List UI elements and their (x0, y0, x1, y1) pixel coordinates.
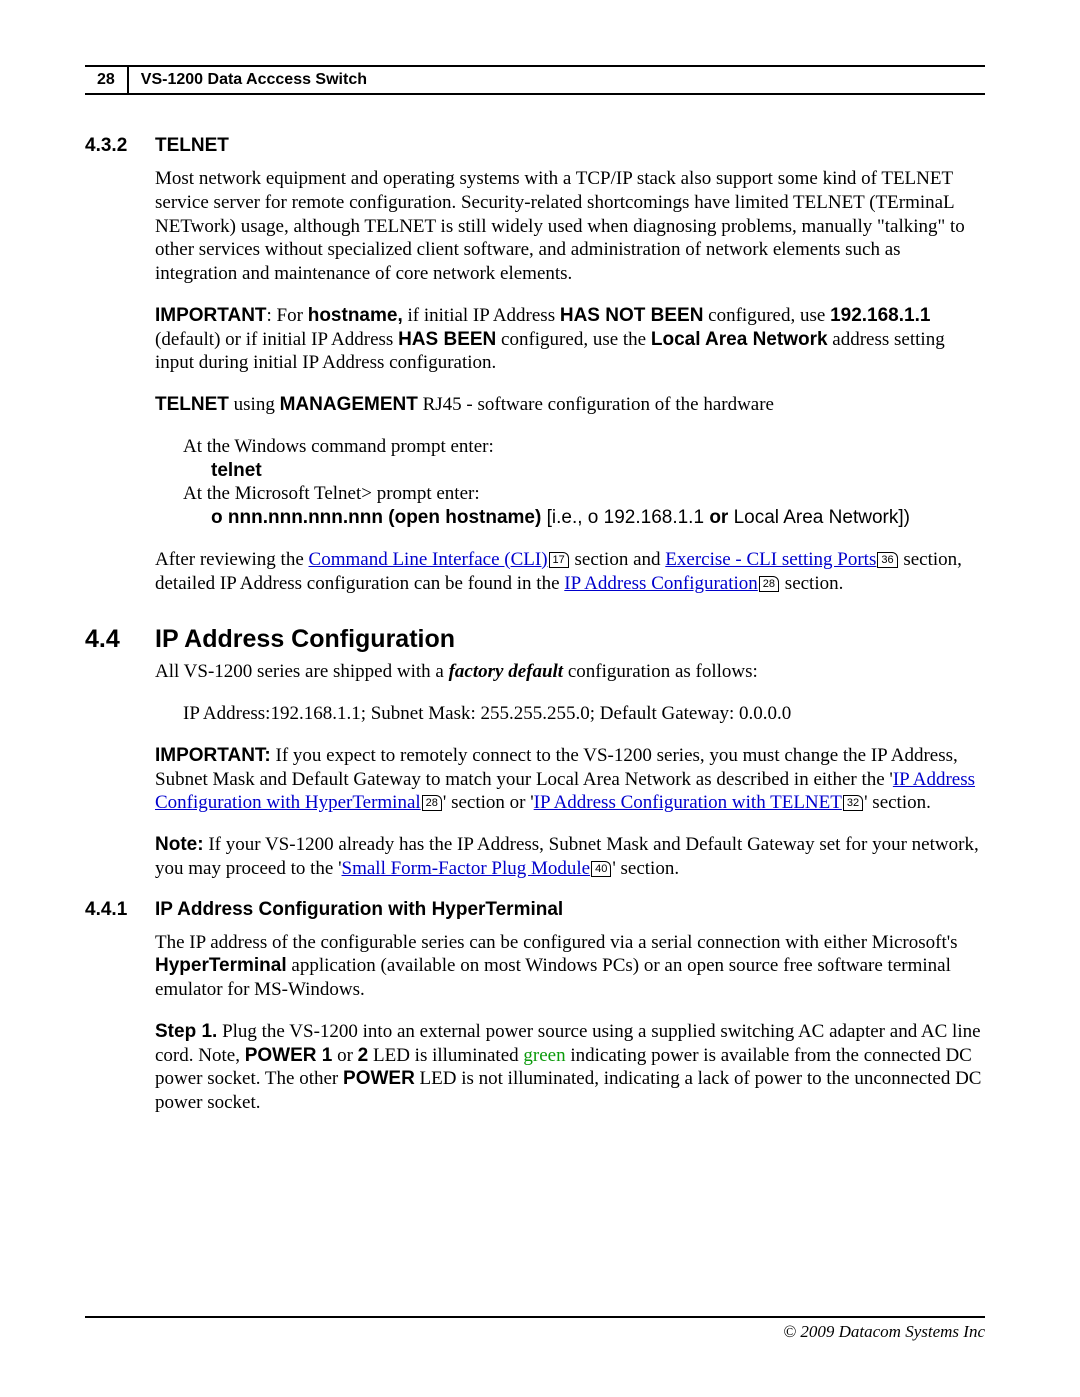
paragraph: The IP address of the configurable serie… (155, 931, 985, 1002)
link-ip-config[interactable]: IP Address Configuration (564, 573, 758, 594)
paragraph: All VS-1200 series are shipped with a fa… (155, 660, 985, 684)
section-4-4-heading: 4.4 IP Address Configuration (85, 625, 985, 654)
section-4-3-2-body: Most network equipment and operating sys… (155, 167, 985, 595)
link-exercise-cli[interactable]: Exercise - CLI setting Ports (665, 549, 876, 570)
text: section. (780, 573, 843, 594)
text: The IP address of the configurable serie… (155, 932, 958, 953)
section-number: 4.4 (85, 625, 155, 654)
term-factory-default: factory default (449, 661, 564, 682)
text: using (229, 394, 280, 415)
paragraph-note: Note: If your VS-1200 already has the IP… (155, 833, 985, 881)
section-number: 4.4.1 (85, 899, 155, 921)
header-title: VS-1200 Data Acccess Switch (129, 67, 379, 93)
text: (default) or if initial IP Address (155, 329, 398, 350)
text: ' section or ' (443, 792, 534, 813)
paragraph-telnet-mgmt: TELNET using MANAGEMENT RJ45 - software … (155, 393, 985, 417)
text: configured, use (703, 305, 830, 326)
content: 4.3.2 TELNET Most network equipment and … (85, 95, 985, 1115)
label-important: IMPORTANT (155, 305, 267, 326)
section-title: TELNET (155, 135, 229, 157)
page-footer: © 2009 Datacom Systems Inc (85, 1316, 985, 1342)
text: [i.e., o 192.168.1.1 (541, 507, 709, 528)
page-ref-icon[interactable]: 28 (759, 576, 779, 592)
section-4-4-1-heading: 4.4.1 IP Address Configuration with Hype… (85, 899, 985, 921)
default-settings: IP Address:192.168.1.1; Subnet Mask: 255… (183, 702, 985, 726)
paragraph-important: IMPORTANT: If you expect to remotely con… (155, 744, 985, 815)
link-ip-config-telnet[interactable]: IP Address Configuration with TELNET (534, 792, 842, 813)
page-number: 28 (85, 67, 129, 93)
page-ref-icon[interactable]: 17 (549, 552, 569, 568)
text: RJ45 - software configuration of the har… (418, 394, 774, 415)
term-has-been: HAS BEEN (398, 329, 496, 350)
page-ref-icon[interactable]: 32 (843, 795, 863, 811)
paragraph: Most network equipment and operating sys… (155, 167, 985, 286)
paragraph-links: After reviewing the Command Line Interfa… (155, 548, 985, 596)
page: 28 VS-1200 Data Acccess Switch 4.3.2 TEL… (0, 0, 1080, 1397)
text: section and (570, 549, 666, 570)
section-4-3-2-heading: 4.3.2 TELNET (85, 135, 985, 157)
section-title: IP Address Configuration (155, 625, 455, 654)
term-power: POWER (343, 1068, 415, 1089)
text: LED is illuminated (368, 1045, 523, 1066)
text: All VS-1200 series are shipped with a (155, 661, 449, 682)
text: Local Area Network]) (728, 507, 910, 528)
page-ref-icon[interactable]: 28 (422, 795, 442, 811)
page-ref-icon[interactable]: 36 (877, 552, 897, 568)
page-header: 28 VS-1200 Data Acccess Switch (85, 65, 985, 95)
paragraph-step1: Step 1. Plug the VS-1200 into an externa… (155, 1020, 985, 1115)
cmd-telnet: telnet (211, 459, 985, 483)
text: configured, use the (496, 329, 651, 350)
term-power1: POWER 1 (245, 1045, 333, 1066)
text: or (332, 1045, 357, 1066)
section-number: 4.3.2 (85, 135, 155, 157)
link-cli[interactable]: Command Line Interface (CLI) (309, 549, 548, 570)
text: configuration as follows: (563, 661, 758, 682)
term-management: MANAGEMENT (280, 394, 418, 415)
cmd-line: At the Windows command prompt enter: (183, 435, 985, 459)
text: After reviewing the (155, 549, 309, 570)
label-note: Note: (155, 834, 204, 855)
text: ' section. (864, 792, 931, 813)
term-or: or (709, 507, 728, 528)
cmd-open: o nnn.nnn.nnn.nnn (open hostname) [i.e.,… (211, 506, 985, 530)
ip-default: 192.168.1.1 (830, 305, 930, 326)
term-hyperterminal: HyperTerminal (155, 955, 287, 976)
paragraph-important: IMPORTANT: For hostname, if initial IP A… (155, 304, 985, 375)
cmd-line: At the Microsoft Telnet> prompt enter: (183, 482, 985, 506)
section-4-4-body: All VS-1200 series are shipped with a fa… (155, 660, 985, 880)
term-hostname: hostname, (308, 305, 403, 326)
cmd-open-bold: o nnn.nnn.nnn.nnn (open hostname) (211, 507, 541, 528)
label-step1: Step 1. (155, 1021, 217, 1042)
label-important: IMPORTANT: (155, 745, 271, 766)
text: If you expect to remotely connect to the… (155, 745, 958, 790)
section-4-4-1-body: The IP address of the configurable serie… (155, 931, 985, 1115)
term-has-not-been: HAS NOT BEEN (560, 305, 704, 326)
term-2: 2 (358, 1045, 369, 1066)
text: : For (267, 305, 308, 326)
page-ref-icon[interactable]: 40 (591, 861, 611, 877)
link-sfp-module[interactable]: Small Form-Factor Plug Module (342, 858, 591, 879)
text: ' section. (612, 858, 679, 879)
command-block: At the Windows command prompt enter: tel… (155, 435, 985, 530)
section-title: IP Address Configuration with HyperTermi… (155, 899, 563, 921)
term-lan: Local Area Network (651, 329, 828, 350)
term-telnet: TELNET (155, 394, 229, 415)
text: if initial IP Address (403, 305, 560, 326)
term-green: green (523, 1045, 565, 1066)
